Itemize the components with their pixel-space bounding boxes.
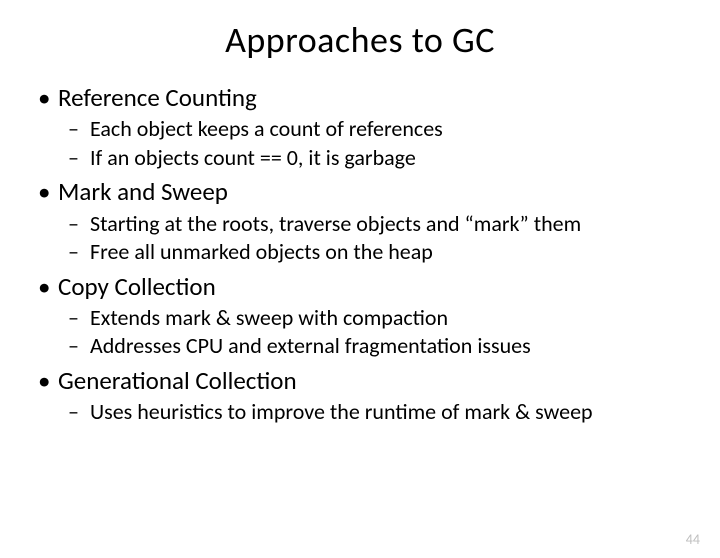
bullet-text: Copy Collection [58, 271, 216, 302]
bullet-lvl2: – Uses heuristics to improve the runtime… [68, 398, 700, 426]
dash-marker: – [68, 304, 90, 332]
bullet-lvl1: • Reference Counting [30, 82, 700, 113]
bullet-text: Generational Collection [58, 365, 297, 396]
bullet-text: Free all unmarked objects on the heap [90, 238, 433, 266]
dash-marker: – [68, 332, 90, 360]
dash-marker: – [68, 144, 90, 172]
bullet-marker: • [30, 365, 58, 396]
bullet-text: Mark and Sweep [58, 176, 228, 207]
dash-marker: – [68, 115, 90, 143]
bullet-text: Uses heuristics to improve the runtime o… [90, 398, 593, 426]
bullet-text: If an objects count == 0, it is garbage [90, 144, 416, 172]
slide-title: Approaches to GC [0, 18, 720, 62]
dash-marker: – [68, 398, 90, 426]
bullet-marker: • [30, 176, 58, 207]
bullet-lvl2: – If an objects count == 0, it is garbag… [68, 144, 700, 172]
bullet-lvl2: – Extends mark & sweep with compaction [68, 304, 700, 332]
bullet-lvl2: – Free all unmarked objects on the heap [68, 238, 700, 266]
bullet-lvl1: • Copy Collection [30, 271, 700, 302]
bullet-text: Extends mark & sweep with compaction [90, 304, 448, 332]
bullet-lvl2: – Addresses CPU and external fragmentati… [68, 332, 700, 360]
bullet-text: Addresses CPU and external fragmentation… [90, 332, 531, 360]
bullet-lvl2: – Each object keeps a count of reference… [68, 115, 700, 143]
bullet-marker: • [30, 82, 58, 113]
bullet-text: Reference Counting [58, 82, 257, 113]
bullet-lvl1: • Mark and Sweep [30, 176, 700, 207]
slide-content: • Reference Counting – Each object keeps… [0, 82, 720, 426]
bullet-lvl2: – Starting at the roots, traverse object… [68, 210, 700, 238]
bullet-text: Each object keeps a count of references [90, 115, 443, 143]
bullet-lvl1: • Generational Collection [30, 365, 700, 396]
dash-marker: – [68, 238, 90, 266]
bullet-marker: • [30, 271, 58, 302]
dash-marker: – [68, 210, 90, 238]
bullet-text: Starting at the roots, traverse objects … [90, 210, 581, 238]
